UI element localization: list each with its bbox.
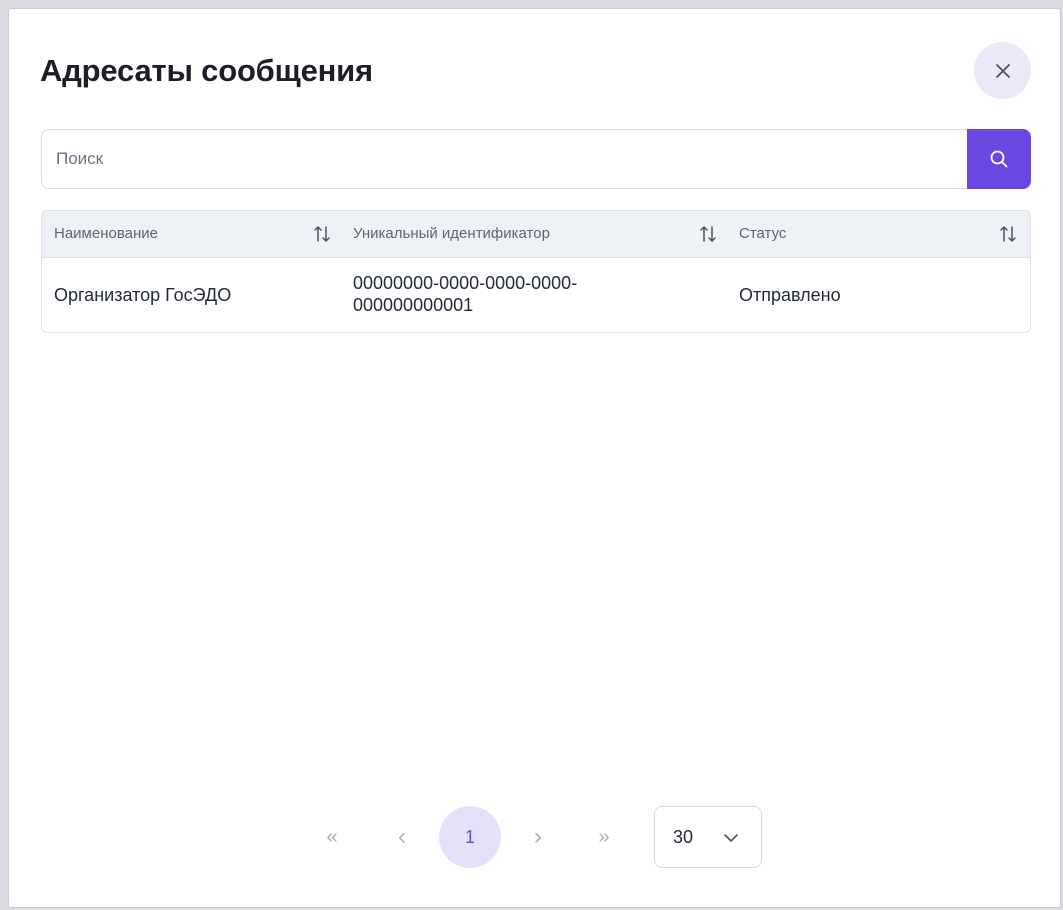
cell-name: Организатор ГосЭДО: [54, 285, 232, 305]
page-1-button[interactable]: 1: [439, 806, 501, 868]
cell-status: Отправлено: [739, 285, 841, 305]
cell-unique-id: 00000000-0000-0000-0000- 000000000001: [353, 272, 577, 316]
first-page-button[interactable]: «: [319, 806, 345, 868]
search-bar: [41, 129, 1031, 189]
sort-icon[interactable]: [698, 224, 718, 244]
table-header: Наименование Уникальный идентификатор Ст…: [42, 211, 1030, 258]
search-icon: [990, 150, 1008, 168]
chevron-down-icon: [724, 834, 738, 842]
column-header-status: Статус: [739, 225, 787, 242]
page-size-select[interactable]: 30: [654, 806, 762, 868]
dialog-title: Адресаты сообщения: [40, 53, 373, 88]
last-page-button[interactable]: »: [591, 806, 617, 868]
table-row[interactable]: Организатор ГосЭДО 00000000-0000-0000-00…: [42, 258, 1030, 332]
column-header-name: Наименование: [54, 225, 158, 242]
page-size-value: 30: [673, 826, 694, 847]
next-page-button[interactable]: ›: [525, 806, 551, 868]
recipients-table: Наименование Уникальный идентификатор Ст…: [41, 210, 1031, 333]
cell-unique-id-line: 000000000001: [353, 295, 474, 315]
prev-page-button[interactable]: ‹: [389, 806, 415, 868]
sort-icon[interactable]: [998, 224, 1018, 244]
recipients-dialog: Адресаты сообщения Наименование Уникальн…: [8, 8, 1061, 908]
close-button[interactable]: [974, 42, 1031, 99]
pagination: « ‹ 1 › » 30: [9, 806, 1060, 868]
sort-icon[interactable]: [312, 224, 332, 244]
search-button[interactable]: [967, 129, 1031, 189]
close-icon: [995, 63, 1010, 78]
search-input[interactable]: [41, 129, 967, 189]
column-header-id: Уникальный идентификатор: [353, 225, 550, 242]
cell-unique-id-line: 00000000-0000-0000-0000-: [353, 273, 578, 293]
